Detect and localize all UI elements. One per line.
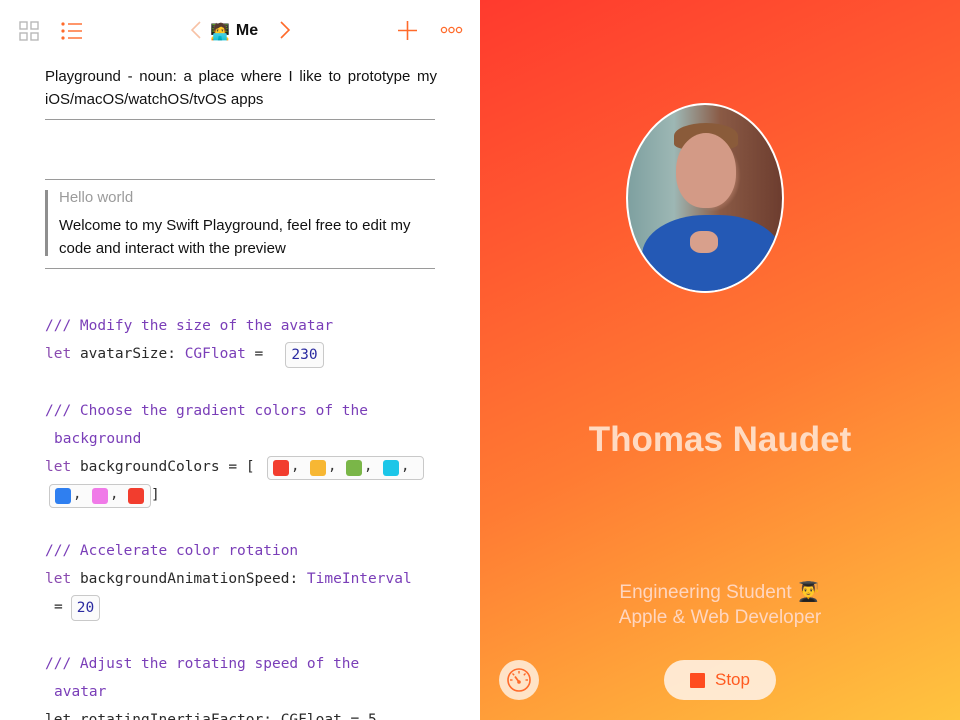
code-line: let avatarSize: CGFloat = [45, 340, 263, 368]
color-literal-group[interactable]: , , [49, 484, 151, 508]
color-swatch[interactable] [55, 488, 71, 504]
code-keyword: let [45, 459, 72, 475]
subtitle-text: Engineering Student [619, 582, 792, 603]
comma: , [328, 458, 337, 474]
color-swatch[interactable] [273, 460, 289, 476]
divider [45, 179, 435, 180]
code-type: TimeInterval [306, 571, 412, 587]
color-literal-group[interactable]: , , , , [267, 456, 424, 480]
color-swatch[interactable] [310, 460, 326, 476]
comma: , [110, 486, 119, 502]
code-comment: /// Accelerate color rotation [45, 543, 299, 559]
code-bracket: ] [151, 487, 160, 503]
color-swatch[interactable] [92, 488, 108, 504]
code-keyword: let [45, 346, 72, 362]
code-identifier: backgroundAnimationSpeed: [79, 571, 299, 587]
color-swatch[interactable] [346, 460, 362, 476]
code-operator: = [254, 346, 264, 362]
more-icon[interactable] [440, 25, 463, 35]
code-comment: /// Adjust the rotating speed of the [45, 656, 360, 672]
avatar-body [642, 215, 782, 291]
code-type: CGFloat [184, 346, 246, 362]
code-comment: avatar [54, 684, 107, 700]
speedometer-icon [507, 668, 531, 692]
subtitle-line-2: Apple & Web Developer [618, 607, 822, 628]
stop-button-label: Stop [715, 670, 750, 689]
profile-name: Thomas Naudet [588, 420, 852, 459]
code-comment: /// Modify the size of the avatar [45, 318, 334, 334]
speedometer-button[interactable] [499, 660, 539, 700]
chevron-left-icon[interactable] [190, 20, 202, 40]
code-operator: = [ [228, 459, 255, 475]
code-line: let rotatingInertiaFactor: CGFloat = 5 [45, 712, 377, 720]
subtitle-emoji: 👨‍🎓 [796, 581, 821, 603]
quote-body: Welcome to my Swift Playground, feel fre… [59, 217, 411, 257]
avatar-face [676, 133, 736, 208]
list-icon[interactable] [61, 21, 83, 41]
page-title: 🧑‍💻 Me [210, 20, 258, 42]
title-emoji: 🧑‍💻 [210, 21, 230, 41]
code-comment: background [54, 431, 142, 447]
code-operator: = [54, 599, 63, 615]
avatar-hand [690, 231, 718, 253]
code-identifier: backgroundColors [79, 459, 220, 475]
chevron-right-icon[interactable] [279, 20, 291, 40]
comma: , [401, 458, 410, 474]
comma: , [364, 458, 373, 474]
page-title-text: Me [235, 22, 259, 39]
intro-text: Playground - noun: a place where I like … [45, 68, 437, 108]
color-swatch[interactable] [128, 488, 144, 504]
plus-icon[interactable] [397, 20, 418, 41]
divider [45, 119, 435, 120]
code-identifier: avatarSize: [79, 346, 176, 362]
comma: , [73, 486, 82, 502]
editor-pane: 🧑‍💻 Me Playground - noun: a place where … [0, 0, 480, 720]
stop-button[interactable]: Stop [664, 660, 776, 700]
code-line: let backgroundAnimationSpeed: TimeInterv… [45, 565, 412, 593]
divider [45, 268, 435, 269]
profile-subtitle: Engineering Student 👨‍🎓 Apple & Web Deve… [480, 580, 960, 630]
live-preview: Thomas Naudet Engineering Student 👨‍🎓 Ap… [480, 0, 960, 720]
code-keyword: let [45, 571, 72, 587]
quote-bar [45, 190, 48, 256]
color-swatch[interactable] [383, 460, 399, 476]
comma: , [291, 458, 300, 474]
avatar [626, 103, 784, 293]
stop-icon [690, 672, 705, 688]
grid-icon[interactable] [19, 21, 39, 41]
quote-title: Hello world [59, 189, 134, 206]
subtitle-line-1: Engineering Student 👨‍🎓 [480, 580, 960, 605]
code-comment: /// Choose the gradient colors of the [45, 403, 369, 419]
code-line: let backgroundColors = [ [45, 453, 255, 481]
animation-speed-value[interactable]: 20 [71, 595, 100, 621]
avatar-size-value[interactable]: 230 [285, 342, 324, 368]
